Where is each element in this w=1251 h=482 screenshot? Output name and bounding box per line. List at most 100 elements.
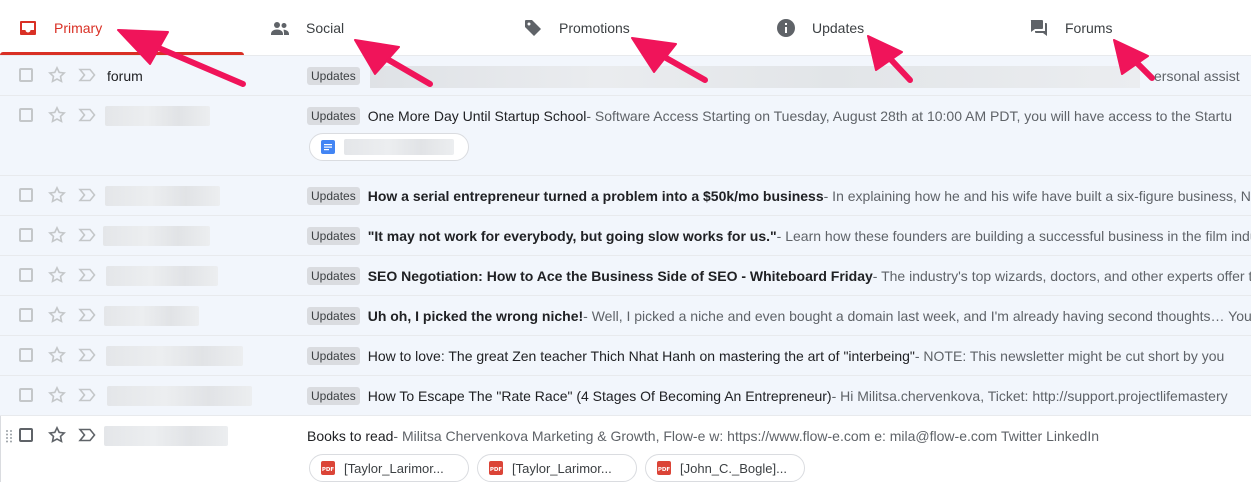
attachment-chip[interactable]: PDF [Taylor_Larimor...	[309, 454, 469, 482]
select-checkbox[interactable]	[19, 308, 33, 322]
email-row[interactable]: Updates "It may not work for everybody, …	[0, 216, 1251, 256]
email-row[interactable]: Updates Uh oh, I picked the wrong niche!…	[0, 296, 1251, 336]
select-checkbox[interactable]	[19, 348, 33, 362]
tab-forums[interactable]: Forums	[1029, 0, 1112, 55]
importance-icon[interactable]	[78, 268, 96, 282]
tab-label: Updates	[812, 19, 865, 36]
importance-icon[interactable]	[78, 108, 96, 122]
select-checkbox[interactable]	[19, 388, 33, 402]
snippet: - Learn how these founders are building …	[776, 228, 1251, 244]
subject-line: Updates	[307, 56, 1251, 96]
star-icon[interactable]	[48, 106, 66, 124]
drag-handle-icon[interactable]	[5, 429, 13, 443]
star-icon[interactable]	[48, 186, 66, 204]
subject-line: Updates "It may not work for everybody, …	[307, 216, 1251, 256]
star-icon[interactable]	[48, 226, 66, 244]
star-icon[interactable]	[48, 306, 66, 324]
subject: Books to read	[307, 428, 394, 444]
inbox-icon	[18, 18, 38, 38]
snippet: - Well, I picked a niche and even bought…	[583, 308, 1251, 324]
attachment-name: [Taylor_Larimor...	[512, 460, 612, 476]
select-checkbox[interactable]	[19, 108, 33, 122]
email-row[interactable]: Updates How to love: The great Zen teach…	[0, 336, 1251, 376]
label-badge: Updates	[307, 387, 360, 405]
select-checkbox[interactable]	[19, 268, 33, 282]
tab-label: Forums	[1065, 19, 1113, 36]
star-icon[interactable]	[48, 386, 66, 404]
star-icon[interactable]	[48, 346, 66, 364]
forum-icon	[1029, 18, 1049, 38]
tab-label: Primary	[54, 19, 103, 36]
label-badge: Updates	[307, 187, 360, 205]
label-badge: Updates	[307, 67, 360, 85]
svg-text:PDF: PDF	[490, 467, 503, 473]
redacted-sender	[105, 106, 210, 126]
sender-name: forum	[107, 68, 143, 84]
select-checkbox[interactable]	[19, 228, 33, 242]
star-icon[interactable]	[48, 426, 66, 444]
attachment-chip[interactable]: PDF [John_C._Bogle]...	[645, 454, 805, 482]
star-icon[interactable]	[48, 266, 66, 284]
pdf-icon: PDF	[656, 460, 672, 476]
email-row[interactable]: Updates How To Escape The "Rate Race" (4…	[0, 376, 1251, 416]
subject: One More Day Until Startup School	[367, 108, 587, 124]
gmail-inbox: Primary Social Promotions Updates Forums	[0, 0, 1251, 482]
email-row[interactable]: Updates How a serial entrepreneur turned…	[0, 176, 1251, 216]
select-checkbox[interactable]	[19, 68, 33, 82]
tab-label: Promotions	[559, 19, 630, 36]
select-checkbox[interactable]	[19, 428, 33, 442]
tab-promotions[interactable]: Promotions	[523, 0, 630, 55]
email-row[interactable]: Books to read - Militsa Chervenkova Mark…	[0, 416, 1251, 482]
importance-icon[interactable]	[78, 228, 96, 242]
label-badge: Updates	[307, 107, 360, 125]
redacted-sender	[107, 386, 252, 406]
subject-line: Updates Uh oh, I picked the wrong niche!…	[307, 296, 1251, 336]
pdf-icon: PDF	[320, 460, 336, 476]
subject: Uh oh, I picked the wrong niche!	[367, 308, 584, 324]
attachment-chip[interactable]	[309, 133, 469, 161]
redacted-sender	[104, 306, 199, 326]
snippet: - NOTE: This newsletter might be cut sho…	[914, 348, 1225, 364]
email-list: forum Updates ersonal assist Updates One…	[0, 56, 1251, 482]
snippet: - Hi Militsa.chervenkova, Ticket: http:/…	[831, 388, 1228, 404]
subject-line: Updates How to love: The great Zen teach…	[307, 336, 1251, 376]
people-icon	[270, 18, 290, 38]
tab-social[interactable]: Social	[270, 0, 344, 55]
email-row[interactable]: Updates SEO Negotiation: How to Ace the …	[0, 256, 1251, 296]
tab-primary[interactable]: Primary	[0, 0, 244, 55]
attachment-name: [Taylor_Larimor...	[344, 460, 444, 476]
label-badge: Updates	[307, 347, 360, 365]
select-checkbox[interactable]	[19, 188, 33, 202]
star-icon[interactable]	[48, 66, 66, 84]
subject-line: Updates How a serial entrepreneur turned…	[307, 176, 1251, 216]
tab-label: Social	[306, 19, 345, 36]
label-badge: Updates	[307, 267, 360, 285]
tab-updates[interactable]: Updates	[776, 0, 864, 55]
redacted-filename	[344, 139, 454, 155]
redacted-sender	[104, 426, 228, 446]
svg-text:PDF: PDF	[322, 467, 335, 473]
snippet: - The industry's top wizards, doctors, a…	[872, 268, 1251, 284]
info-icon	[776, 18, 796, 38]
subject: How To Escape The "Rate Race" (4 Stages …	[367, 388, 832, 404]
doc-icon	[320, 139, 336, 155]
importance-icon[interactable]	[78, 348, 96, 362]
attachment-chip[interactable]: PDF [Taylor_Larimor...	[477, 454, 637, 482]
importance-icon[interactable]	[78, 388, 96, 402]
importance-icon[interactable]	[78, 308, 96, 322]
importance-icon[interactable]	[78, 428, 96, 442]
category-tabs: Primary Social Promotions Updates Forums	[0, 0, 1251, 56]
importance-icon[interactable]	[78, 188, 96, 202]
subject: How to love: The great Zen teacher Thich…	[367, 348, 915, 364]
subject-line: Books to read - Militsa Chervenkova Mark…	[307, 416, 1251, 456]
subject-line: Updates One More Day Until Startup Schoo…	[307, 96, 1251, 136]
label-badge: Updates	[307, 307, 360, 325]
subject: "It may not work for everybody, but goin…	[367, 228, 777, 244]
email-row[interactable]: forum Updates ersonal assist	[0, 56, 1251, 96]
snippet: - In explaining how he and his wife have…	[823, 188, 1251, 204]
importance-icon[interactable]	[78, 68, 96, 82]
redacted-sender	[105, 186, 220, 206]
email-row[interactable]: Updates One More Day Until Startup Schoo…	[0, 96, 1251, 176]
label-badge: Updates	[307, 227, 360, 245]
subject-line: Updates How To Escape The "Rate Race" (4…	[307, 376, 1251, 416]
